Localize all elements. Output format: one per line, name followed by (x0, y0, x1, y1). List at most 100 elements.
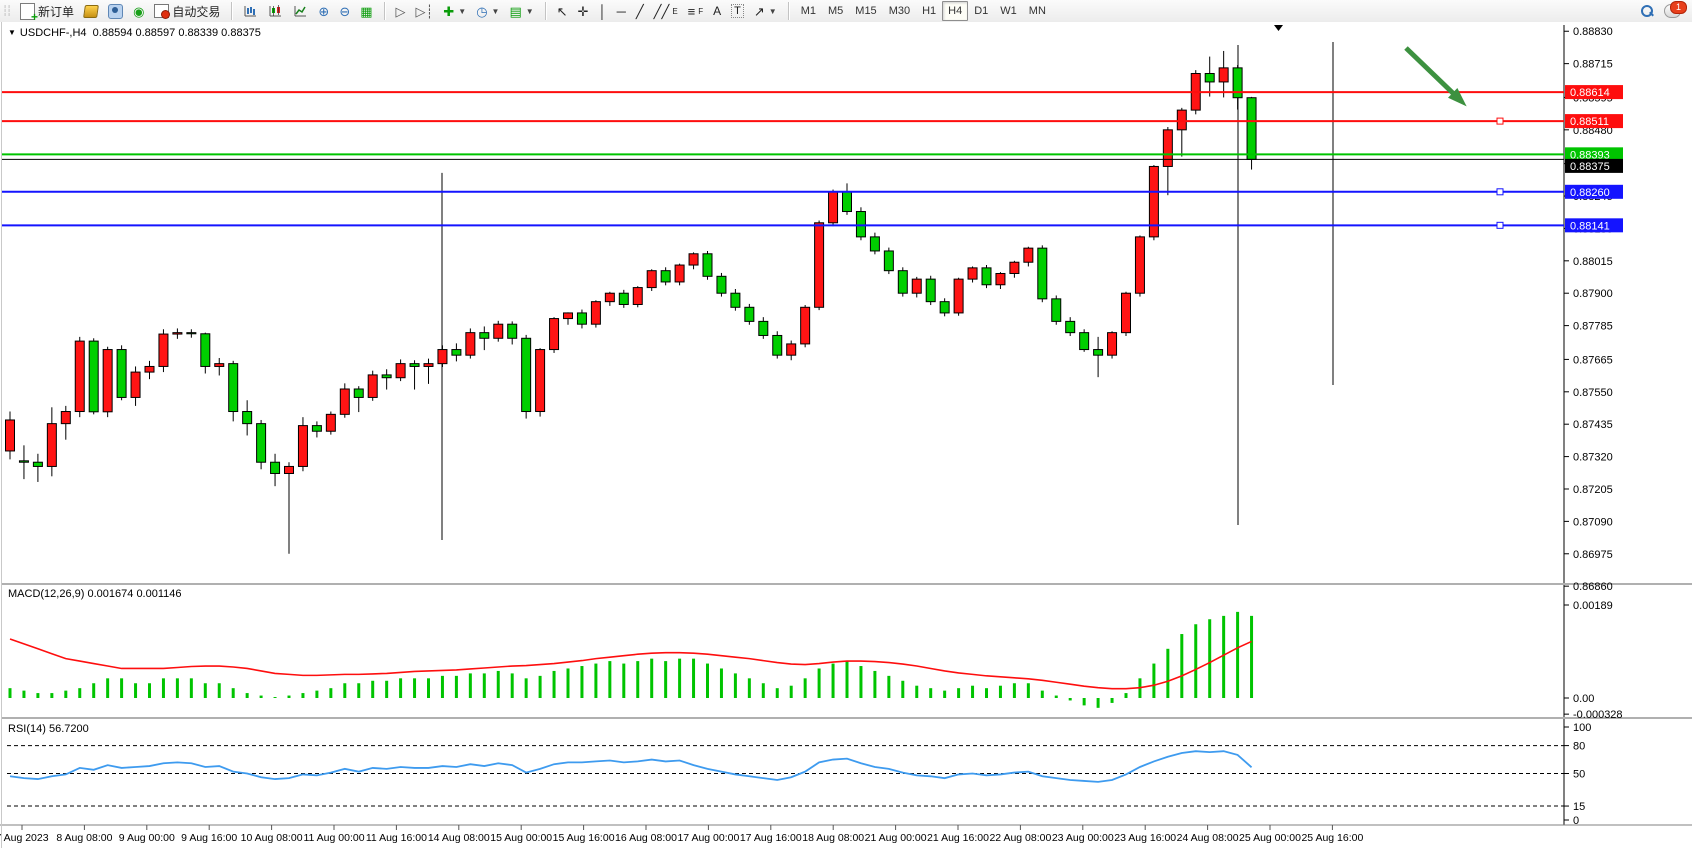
timeframe-button-h1[interactable]: H1 (916, 1, 942, 21)
text-tool-button[interactable]: A (708, 0, 726, 22)
toolbar-grip[interactable]: ┆┆ (0, 6, 12, 17)
candle (494, 324, 503, 338)
candle (368, 375, 377, 398)
symbol-name: USDCHF-,H4 (20, 27, 87, 39)
chart-shift-button[interactable]: ▷┊ (411, 0, 439, 22)
line-handle[interactable] (1497, 222, 1503, 228)
text-label-tool-button[interactable]: T (726, 0, 749, 22)
candle (536, 350, 545, 412)
cursor-tool-button[interactable]: ↖ (552, 0, 573, 22)
tile-windows-button[interactable]: ▦ (355, 0, 377, 22)
candle (1122, 293, 1131, 332)
rsi-axis-label: 80 (1573, 741, 1585, 753)
timeframe-button-d1[interactable]: D1 (968, 1, 994, 21)
candle (424, 364, 433, 367)
time-tick-label: 14 Aug 08:00 (428, 832, 490, 844)
paint-bucket-icon (83, 5, 99, 18)
price-badge-label: 0.88375 (1570, 161, 1610, 173)
search-button[interactable] (1635, 0, 1659, 22)
candle (1247, 98, 1256, 160)
pane-separator[interactable] (2, 583, 1692, 585)
time-tick-label: 15 Aug 00:00 (490, 832, 552, 844)
time-tick-label: 18 Aug 08:00 (802, 832, 864, 844)
vline-tool-button[interactable]: │ (593, 0, 611, 22)
indicators-button[interactable]: ✚▼ (438, 0, 471, 22)
zoom-out-button[interactable]: ⊖ (334, 0, 355, 22)
timeframe-button-m15[interactable]: M15 (849, 1, 882, 21)
price-tick-label: 0.86975 (1573, 549, 1613, 561)
fibonacci-tool-button[interactable]: ≡F (683, 0, 708, 22)
price-tick-label: 0.87550 (1573, 387, 1613, 399)
line-handle[interactable] (1497, 118, 1503, 124)
timeframe-group: M1M5M15M30H1H4D1W1MN (792, 0, 1055, 22)
chevron-down-icon: ▼ (458, 7, 466, 16)
styler-button[interactable] (79, 0, 103, 22)
timeframe-button-mn[interactable]: MN (1023, 1, 1052, 21)
candle (1108, 333, 1117, 356)
candle (968, 268, 977, 279)
crosshair-tool-button[interactable]: ✛ (573, 0, 594, 22)
autotrading-button[interactable]: 自动交易 (149, 0, 225, 22)
candle (996, 273, 1005, 284)
candle (522, 338, 531, 411)
time-tick-label: 25 Aug 00:00 (1239, 832, 1301, 844)
pane-separator[interactable] (2, 717, 1692, 719)
chevron-down-icon: ▼ (492, 7, 500, 16)
candle (466, 333, 475, 356)
channel-tag: E (672, 7, 677, 16)
candle (326, 414, 335, 431)
timeframe-button-h4[interactable]: H4 (942, 1, 968, 21)
zoom-in-button[interactable]: ⊕ (313, 0, 334, 22)
time-tick-label: 24 Aug 08:00 (1177, 832, 1239, 844)
candlestick-mode-button[interactable] (263, 0, 288, 22)
bar-chart-icon (243, 4, 258, 18)
timeframe-button-w1[interactable]: W1 (994, 1, 1023, 21)
timeframe-button-m5[interactable]: M5 (822, 1, 849, 21)
line-chart-icon (293, 4, 308, 18)
arrows-tool-button[interactable]: ↗▼ (749, 0, 782, 22)
toolbar-separator (231, 2, 232, 20)
trendline-tool-button[interactable]: ╱ (631, 0, 649, 22)
candle (717, 276, 726, 293)
line-handle[interactable] (1497, 189, 1503, 195)
price-badge-label: 0.88614 (1570, 87, 1610, 99)
candle (438, 350, 447, 364)
channel-tool-button[interactable]: ╱╱E (649, 0, 683, 22)
candle (884, 251, 893, 271)
candle (243, 412, 252, 424)
tile-windows-icon: ▦ (360, 5, 372, 18)
periods-button[interactable]: ◷▼ (471, 0, 504, 22)
price-tick-label: 0.87435 (1573, 419, 1613, 431)
rsi-axis-label: 0 (1573, 815, 1579, 827)
bar-chart-mode-button[interactable] (238, 0, 263, 22)
candle (47, 424, 56, 467)
candle (159, 334, 168, 366)
candle (257, 424, 266, 463)
line-chart-mode-button[interactable] (288, 0, 313, 22)
new-order-button[interactable]: 新订单 (15, 0, 79, 22)
signals-button[interactable]: ◉ (128, 0, 149, 22)
templates-button[interactable]: ▤▼ (504, 0, 538, 22)
hline-tool-button[interactable]: ─ (612, 0, 631, 22)
auto-scroll-button[interactable]: ▷ (391, 0, 411, 22)
timeframe-button-m30[interactable]: M30 (883, 1, 916, 21)
notifications-button[interactable]: 1 (1659, 0, 1692, 22)
price-tick-label: 0.87900 (1573, 288, 1613, 300)
candle (856, 212, 865, 237)
macd-axis-label: -0.000328 (1573, 709, 1623, 721)
chart-canvas[interactable]: 0.888300.887150.885950.884800.883600.882… (0, 22, 1692, 848)
zoom-out-icon: ⊖ (339, 5, 350, 18)
candle (1094, 350, 1103, 356)
fibonacci-icon: ≡ (688, 5, 696, 18)
candle (61, 412, 70, 424)
arrow-styles-icon: ↗ (754, 5, 765, 18)
candle (1080, 333, 1089, 350)
candle (773, 335, 782, 355)
profiles-button[interactable] (103, 0, 128, 22)
candle (103, 350, 112, 412)
time-tick-label: 7 Aug 2023 (0, 832, 49, 844)
time-tick-label: 23 Aug 16:00 (1114, 832, 1176, 844)
timeframe-button-m1[interactable]: M1 (795, 1, 822, 21)
candle (1177, 110, 1186, 130)
candle (1233, 68, 1242, 98)
